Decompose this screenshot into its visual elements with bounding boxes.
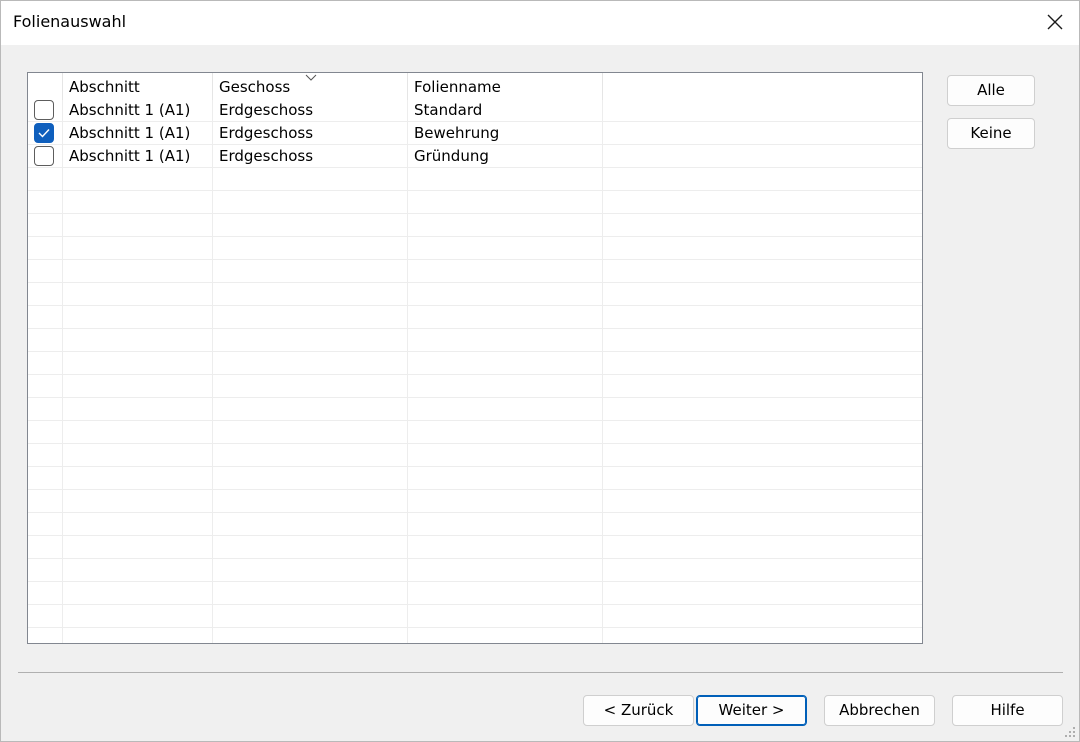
select-all-button[interactable]: Alle bbox=[947, 75, 1035, 106]
back-button[interactable]: < Zurück bbox=[583, 695, 694, 726]
window-title: Folienauswahl bbox=[13, 12, 127, 31]
empty-row bbox=[28, 237, 922, 260]
empty-row bbox=[28, 513, 922, 536]
empty-row bbox=[28, 260, 922, 283]
layer-table[interactable]: Abschnitt Geschoss Folienname Abschnitt … bbox=[27, 72, 923, 644]
empty-row bbox=[28, 605, 922, 628]
empty-row bbox=[28, 628, 922, 643]
empty-row bbox=[28, 214, 922, 237]
empty-row bbox=[28, 168, 922, 191]
header-abschnitt[interactable]: Abschnitt bbox=[63, 73, 213, 100]
cancel-button[interactable]: Abbrechen bbox=[824, 695, 935, 726]
empty-row bbox=[28, 306, 922, 329]
empty-row bbox=[28, 536, 922, 559]
close-button[interactable] bbox=[1031, 1, 1079, 43]
header-checkbox-column bbox=[28, 73, 63, 100]
empty-row bbox=[28, 375, 922, 398]
empty-row bbox=[28, 490, 922, 513]
empty-row bbox=[28, 191, 922, 214]
empty-row bbox=[28, 421, 922, 444]
empty-row bbox=[28, 444, 922, 467]
empty-row bbox=[28, 467, 922, 490]
dialog-window: Folienauswahl Abschnitt Geschoss Folienn… bbox=[0, 0, 1080, 742]
close-icon bbox=[1047, 14, 1063, 30]
empty-row bbox=[28, 559, 922, 582]
cell-geschoss: Erdgeschoss bbox=[219, 124, 314, 142]
cell-geschoss: Erdgeschoss bbox=[219, 147, 314, 165]
row-checkbox[interactable] bbox=[34, 100, 54, 120]
cell-folienname: Gründung bbox=[414, 147, 489, 165]
footer-separator bbox=[18, 672, 1063, 673]
empty-row bbox=[28, 329, 922, 352]
cell-folienname: Bewehrung bbox=[414, 124, 500, 142]
table-row[interactable]: Abschnitt 1 (A1) Erdgeschoss Standard bbox=[28, 99, 922, 122]
cell-geschoss: Erdgeschoss bbox=[219, 101, 314, 119]
title-bar: Folienauswahl bbox=[1, 1, 1079, 45]
empty-row bbox=[28, 398, 922, 421]
checkmark-icon bbox=[38, 129, 50, 138]
header-geschoss-label: Geschoss bbox=[219, 78, 291, 96]
cell-folienname: Standard bbox=[414, 101, 483, 119]
table-header: Abschnitt Geschoss Folienname bbox=[28, 73, 922, 100]
row-checkbox[interactable] bbox=[34, 146, 54, 166]
help-button[interactable]: Hilfe bbox=[952, 695, 1063, 726]
next-button[interactable]: Weiter > bbox=[696, 695, 807, 726]
header-folienname[interactable]: Folienname bbox=[408, 73, 603, 100]
cell-abschnitt: Abschnitt 1 (A1) bbox=[69, 101, 191, 119]
cell-abschnitt: Abschnitt 1 (A1) bbox=[69, 147, 191, 165]
select-none-button[interactable]: Keine bbox=[947, 118, 1035, 149]
sort-descending-icon bbox=[305, 74, 317, 81]
cell-abschnitt: Abschnitt 1 (A1) bbox=[69, 124, 191, 142]
empty-row bbox=[28, 582, 922, 605]
table-row[interactable]: Abschnitt 1 (A1) Erdgeschoss Bewehrung bbox=[28, 122, 922, 145]
empty-row bbox=[28, 352, 922, 375]
resize-grip-icon[interactable] bbox=[1065, 727, 1076, 738]
table-row[interactable]: Abschnitt 1 (A1) Erdgeschoss Gründung bbox=[28, 145, 922, 168]
row-checkbox[interactable] bbox=[34, 123, 54, 143]
empty-row bbox=[28, 283, 922, 306]
